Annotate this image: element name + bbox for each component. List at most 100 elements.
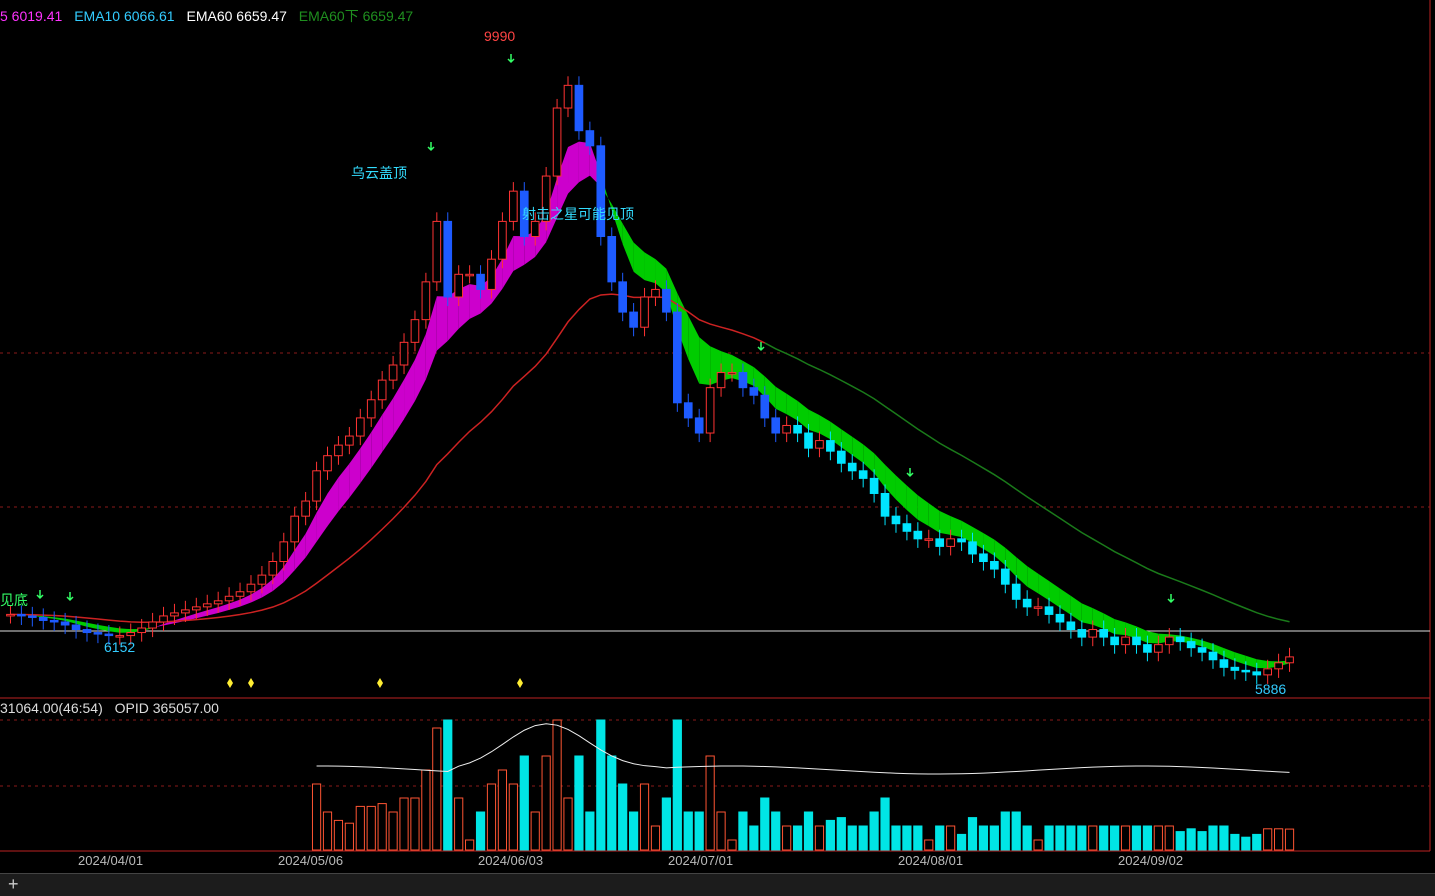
volume-bar (585, 811, 595, 851)
candle-body (585, 130, 595, 147)
candle-body (213, 600, 223, 605)
ema-ribbon-segment (108, 626, 120, 633)
volume-bar (924, 839, 934, 851)
candle-body (377, 379, 387, 401)
down-arrow-0 (36, 590, 44, 600)
volume-bar (629, 811, 639, 851)
ema-ribbon-segment (196, 610, 208, 619)
volume-bar (344, 822, 354, 851)
candle-body (552, 107, 562, 177)
volume-bar (727, 839, 737, 851)
candle-body (1154, 644, 1163, 653)
volume-bar (639, 783, 650, 851)
volume-bar (1153, 825, 1163, 851)
volume-bar (1241, 836, 1251, 851)
candle-body (946, 538, 955, 547)
candle-body (268, 561, 278, 576)
down-arrow-5 (906, 468, 914, 478)
volume-header: 31064.00(46:54) OPID 365057.00 (0, 700, 227, 716)
candle-body (6, 613, 15, 617)
volume-bar (1110, 825, 1120, 851)
volume-bar (311, 783, 322, 851)
volume-bar (1175, 831, 1185, 851)
candle-body (487, 258, 496, 290)
volume-bar (541, 755, 551, 851)
signal-diamond-0 (227, 678, 233, 688)
volume-bar (618, 783, 628, 851)
low-right-label: 5886 (1255, 681, 1287, 697)
volume-bar (683, 811, 693, 851)
volume-bar (388, 811, 398, 851)
volume-bar (1131, 825, 1142, 851)
volume-bar (574, 755, 584, 851)
volume-bar (1274, 828, 1284, 851)
volume-bar (1120, 825, 1131, 851)
volume-bar (366, 805, 376, 851)
candle-body (148, 621, 157, 629)
candle-body (1055, 613, 1065, 623)
candle-body (815, 440, 824, 449)
candle-body (902, 523, 912, 532)
candle-body (847, 462, 857, 472)
candle-body (651, 288, 660, 298)
volume-bar (880, 797, 890, 851)
candle-body (836, 450, 846, 464)
candle-body (181, 609, 190, 614)
volume-bar (694, 811, 704, 851)
candle-body (126, 632, 136, 637)
candle-body (28, 615, 37, 618)
shooting-star-label: 射击之星可能见顶 (522, 206, 634, 222)
volume-bar (935, 825, 945, 851)
ema-ribbon-segment (950, 516, 962, 538)
signal-diamond-2 (377, 678, 383, 688)
candle-body (694, 417, 704, 434)
volume-bar (486, 783, 497, 851)
candle-body (673, 311, 682, 404)
candle-body (1044, 606, 1054, 615)
volume-bar (1066, 825, 1076, 851)
ema-ribbon-segment (1125, 622, 1137, 639)
opid-label: OPID 365057.00 (114, 700, 219, 716)
peak-label: 9990 (484, 28, 516, 44)
volume-bar (1186, 828, 1196, 851)
candle-body (913, 530, 923, 540)
ema-ribbon-segment (218, 603, 230, 613)
volume-bar (760, 797, 770, 851)
volume-bar (782, 825, 792, 851)
down-arrow-4 (757, 342, 765, 352)
ema-ribbon-segment (338, 463, 350, 512)
volume-bar (661, 797, 671, 851)
candle-body (323, 455, 332, 472)
candle-body (1219, 659, 1229, 668)
ema-ribbon-segment (414, 333, 426, 402)
low-left-label: 6152 (104, 639, 136, 655)
candle-body (454, 273, 464, 298)
x-tick-4: 2024/07/01 (668, 853, 734, 868)
dark-cloud-label: 乌云盖顶 (351, 165, 407, 181)
candle-body (115, 635, 125, 638)
volume-bar (978, 825, 989, 851)
volume-bar (1033, 839, 1043, 851)
add-icon[interactable]: + (8, 874, 19, 895)
candle-body (170, 612, 179, 617)
volume-bar (825, 819, 835, 851)
candle-body (782, 424, 791, 434)
candle-body (137, 627, 146, 634)
candle-body (858, 470, 868, 479)
volume-bar (1284, 828, 1295, 851)
candle-body (891, 515, 901, 525)
volume-bar (913, 825, 923, 851)
ema-ribbon-segment (86, 622, 98, 630)
volume-bar (465, 839, 475, 851)
volume-bar (596, 719, 606, 851)
ema-ribbon-segment (1081, 603, 1093, 625)
volume-bar (1077, 825, 1087, 851)
volume-bar (956, 833, 967, 851)
candle-body (159, 615, 168, 623)
down-arrow-1 (66, 592, 74, 602)
candle-body (410, 319, 420, 343)
x-tick-1: 2024/04/01 (78, 853, 144, 868)
volume-bar (530, 811, 540, 851)
candle-body (1099, 629, 1109, 638)
volume-bar (902, 825, 912, 851)
